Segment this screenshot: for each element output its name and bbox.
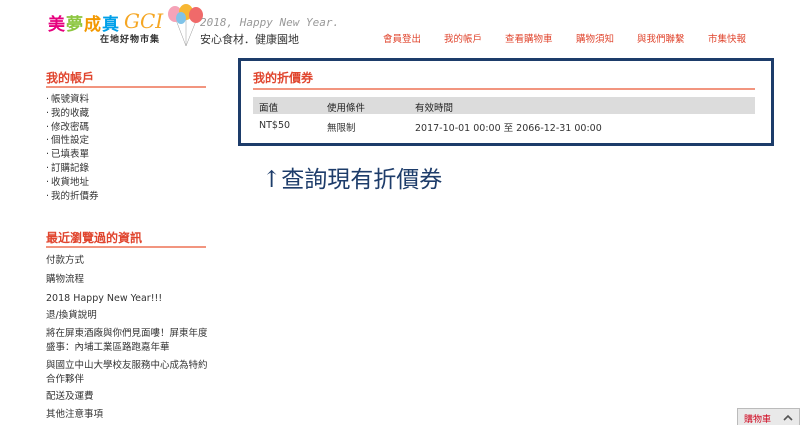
sidebar-item-shipping-address[interactable]: · 收貨地址 [46,176,99,190]
sidebar-item-personal-settings[interactable]: · 個性設定 [46,134,99,148]
coupon-panel: 我的折價券 面值 使用條件 有效時間 NT$50 無限制 2017-10-01 … [238,58,774,146]
sidebar-recent-title: 最近瀏覽過的資訊 [46,231,143,245]
annotation-text: ↑查詢現有折價券 [262,167,443,193]
logo-gci: GCI [124,9,164,33]
column-header-validity: 有效時間 [415,103,454,114]
sidebar-account-title: 我的帳戶 [46,71,95,85]
cart-label: 購物車 [744,415,772,425]
sidebar-account-divider [46,86,206,88]
coupon-panel-divider [253,88,755,90]
recent-item[interactable]: 配送及運費 [46,390,94,404]
table-row: NT$50 無限制 2017-10-01 00:00 至 2066-12-31 … [253,117,755,134]
sidebar-item-account-info[interactable]: · 帳號資料 [46,93,99,107]
recent-item[interactable]: 購物流程 [46,273,84,287]
sidebar-item-change-password[interactable]: · 修改密碼 [46,121,99,135]
sidebar-account-menu: · 帳號資料 · 我的收藏 · 修改密碼 · 個性設定 · 已填表單 · 訂購記錄 · 收貨地… [46,93,99,203]
sidebar-item-filled-forms[interactable]: · 已填表單 [46,148,99,162]
recent-item[interactable]: 其他注意事項 [46,408,103,422]
slogan-english: 2018, Happy New Year. [200,16,340,29]
recent-item[interactable]: 2018 Happy New Year!!! [46,292,162,306]
nav-contact-us[interactable]: 與我們聯繫 [637,31,685,45]
sidebar-recent-divider [46,246,206,248]
recent-item[interactable]: 付款方式 [46,254,84,268]
floating-cart-button[interactable]: 購物車 [737,408,800,425]
coupon-table-header: 面值 使用條件 有效時間 [253,97,755,114]
recent-item[interactable]: 退/換貨說明 [46,309,97,323]
recent-item[interactable]: 與國立中山大學校友服務中心成為特約合作夥伴 [46,359,211,386]
sidebar-item-favorites[interactable]: · 我的收藏 [46,107,99,121]
nav-my-account[interactable]: 我的帳戶 [444,31,482,45]
sidebar-item-my-coupons[interactable]: · 我的折價券 [46,190,99,204]
nav-logout[interactable]: 會員登出 [383,31,421,45]
collapse-arrow-icon [783,414,793,421]
nav-view-cart[interactable]: 查看購物車 [505,31,553,45]
column-header-condition: 使用條件 [327,103,366,114]
coupon-validity: 2017-10-01 00:00 至 2066-12-31 00:00 [415,123,602,134]
top-navigation: 會員登出 我的帳戶 查看購物車 購物須知 與我們聯繫 市集快報 [0,31,800,45]
coupon-value: NT$50 [259,120,291,131]
column-header-value: 面值 [259,103,279,114]
coupon-panel-title: 我的折價券 [253,71,314,85]
recent-item[interactable]: 將在屏東酒廠與你們見面嘍！屏東年度盛事：內埔工業區路跑嘉年華 [46,327,211,354]
sidebar-item-order-history[interactable]: · 訂購記錄 [46,162,99,176]
coupon-condition: 無限制 [327,123,356,134]
nav-shopping-guide[interactable]: 購物須知 [576,31,614,45]
nav-market-news[interactable]: 市集快報 [708,31,746,45]
